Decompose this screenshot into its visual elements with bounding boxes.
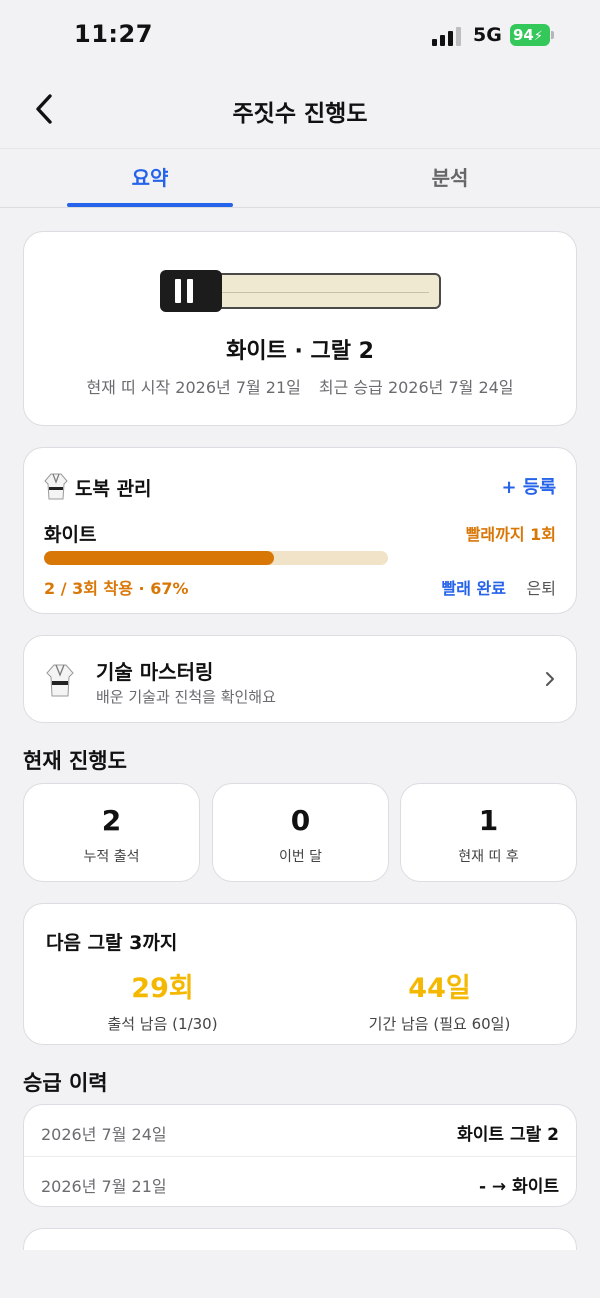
belt-stripe [175,279,181,303]
history-section-title: 승급 이력 [23,1071,108,1095]
signal-icon [432,26,464,46]
stat-label: 누적 출석 [83,849,140,865]
tab-summary[interactable]: 요약 [0,149,300,207]
tab-analysis[interactable]: 분석 [300,149,600,207]
history-belt: - → 화이트 [478,1177,559,1197]
belt-tip [160,270,222,312]
wash-done-button[interactable]: 빨래 완료 [442,575,506,599]
period-remaining-label: 기간 남음 (필요 60일) [368,1015,511,1033]
belt-start-date: 현재 띠 시작 2026년 7월 21일 [86,378,301,397]
next-stripe-title: 다음 그랄 3까지 [46,932,178,954]
attendance-remaining-label: 출석 남음 (1/30) [107,1015,218,1033]
next-stripe-card: 다음 그랄 3까지 29회 출석 남음 (1/30) 44일 기간 남음 (필요… [23,903,577,1045]
status-time: 11:27 [74,20,153,48]
attendance-remaining: 29회 출석 남음 (1/30) [24,966,301,1034]
gi-card: 도복 관리 + 등록 화이트 빨래까지 1회 2 / 3회 착용 · 67% 빨… [23,447,577,614]
belt-card: 화이트 · 그랄 2 현재 띠 시작 2026년 7월 21일 최근 승급 202… [23,231,577,426]
history-date: 2026년 7월 21일 [41,1177,167,1196]
retire-button[interactable]: 은퇴 [527,575,556,599]
belt-promotion-date: 최근 승급 2026년 7월 24일 [318,378,514,397]
wear-progress-fill [44,551,275,565]
page-title: 주짓수 진행도 [232,101,368,127]
belt-graphic [160,270,442,312]
wash-remaining: 빨래까지 1회 [465,525,556,544]
technique-card[interactable]: 기술 마스터링 배운 기술과 진척을 확인해요 [23,635,577,723]
gi-icon [46,664,74,697]
battery-level: 94 [513,26,534,44]
progress-section-title: 현재 진행도 [23,749,127,773]
stat-label: 현재 띠 후 [458,849,519,865]
belt-dates: 현재 띠 시작 2026년 7월 21일 최근 승급 2026년 7월 24일 [24,374,576,398]
status-bar: 11:27 5G 94⚡ [0,0,600,72]
stat-value: 0 [290,804,311,837]
history-belt: 화이트 그랄 2 [457,1125,559,1145]
chevron-right-icon [546,672,554,686]
gi-icon [44,473,68,500]
tab-bar: 요약 분석 [0,148,600,208]
belt-stripe [187,279,193,303]
stat-card: 2 누적 출석 [23,783,200,882]
history-date: 2026년 7월 24일 [41,1125,167,1144]
gi-title: 도복 관리 [75,478,152,500]
stat-value: 2 [101,804,122,837]
history-row: 2026년 7월 24일 화이트 그랄 2 [24,1105,576,1156]
stat-card: 1 현재 띠 후 [400,783,577,882]
history-row: 2026년 7월 21일 - → 화이트 [24,1156,576,1207]
stat-label: 이번 달 [278,849,323,865]
wear-count: 2 / 3회 착용 · 67% [44,579,189,598]
technique-subtitle: 배운 기술과 진척을 확인해요 [96,688,276,706]
add-gi-button[interactable]: + 등록 [502,473,556,499]
nav-bar: 주짓수 진행도 [0,72,600,148]
battery-icon: 94⚡ [510,24,550,46]
history-card: 2026년 7월 24일 화이트 그랄 2 2026년 7월 21일 - → 화… [23,1104,577,1207]
battery-cap [551,31,554,39]
bottom-area [0,1250,600,1298]
tab-indicator [67,203,233,207]
technique-title: 기술 마스터링 [96,660,214,684]
gi-name: 화이트 [44,524,97,546]
belt-name: 화이트 · 그랄 2 [226,339,374,364]
wear-progress-bar [44,551,388,565]
period-remaining-value: 44일 [408,973,471,1004]
network-label: 5G [473,24,502,46]
stat-card: 0 이번 달 [212,783,389,882]
attendance-remaining-value: 29회 [131,973,194,1004]
stat-value: 1 [478,804,499,837]
period-remaining: 44일 기간 남음 (필요 60일) [301,966,578,1034]
